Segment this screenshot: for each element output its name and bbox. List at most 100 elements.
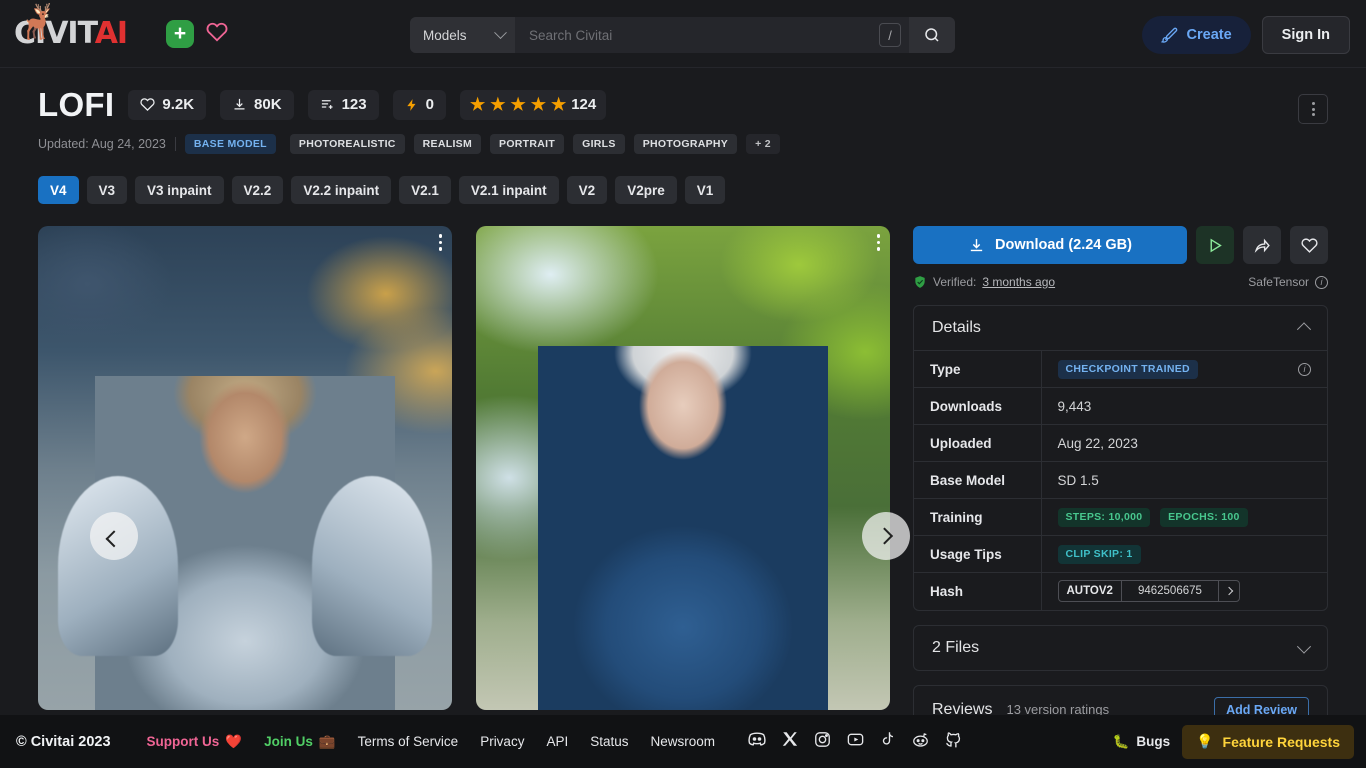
discord-icon[interactable] — [747, 729, 767, 754]
search-input[interactable] — [529, 28, 909, 43]
table-row: Base Model SD 1.5 — [914, 462, 1327, 499]
info-icon[interactable]: i — [1315, 276, 1328, 289]
chevron-left-icon — [106, 530, 123, 547]
version-tab-v2-1[interactable]: V2.1 — [399, 176, 451, 204]
footer-link-status[interactable]: Status — [590, 734, 628, 749]
footer-socials — [747, 729, 963, 754]
verification-row: Verified: 3 months ago SafeTensor i — [913, 273, 1328, 291]
download-action-row: Download (2.24 GB) — [913, 226, 1328, 264]
gallery-image-2-menu-button[interactable] — [877, 234, 881, 251]
hash-value: 9462506675 — [1122, 581, 1219, 601]
reddit-icon[interactable] — [911, 730, 930, 754]
safetensor-label: SafeTensor — [1248, 275, 1309, 289]
bugs-link[interactable]: 🐛Bugs — [1113, 734, 1171, 750]
tag-photography[interactable]: PHOTOGRAPHY — [634, 134, 737, 154]
detail-value-base-model: SD 1.5 — [1041, 462, 1327, 499]
footer-link-support-us[interactable]: Support Us❤️ — [147, 734, 243, 750]
footer-link-newsroom[interactable]: Newsroom — [651, 734, 716, 749]
detail-value-training-steps: STEPS: 10,000 — [1058, 508, 1151, 527]
feature-requests-button[interactable]: 💡Feature Requests — [1182, 725, 1354, 759]
header-actions: Create Sign In — [1142, 16, 1350, 54]
gallery-image-1-photo — [38, 226, 452, 710]
x-twitter-icon[interactable] — [781, 730, 799, 753]
gallery-image-1[interactable] — [38, 226, 452, 710]
instagram-icon[interactable] — [813, 730, 832, 754]
carousel-prev-button[interactable] — [90, 512, 138, 560]
tag-base-model[interactable]: BASE MODEL — [185, 134, 276, 154]
gallery-image-1-menu-button[interactable] — [439, 234, 443, 251]
version-tab-v2-2-inpaint[interactable]: V2.2 inpaint — [291, 176, 391, 204]
kebab-menu-icon — [1312, 102, 1315, 105]
download-icon — [232, 97, 247, 112]
download-button[interactable]: Download (2.24 GB) — [913, 226, 1187, 264]
footer-link-api[interactable]: API — [546, 734, 568, 749]
details-title: Details — [932, 319, 981, 337]
table-row: Training STEPS: 10,000 EPOCHS: 100 — [914, 499, 1327, 536]
search-category-select[interactable]: Models — [410, 17, 515, 53]
type-info-icon[interactable]: i — [1298, 363, 1311, 376]
carousel-next-button[interactable] — [862, 512, 910, 560]
version-tab-v2-2[interactable]: V2.2 — [232, 176, 284, 204]
detail-value-uploaded: Aug 22, 2023 — [1041, 425, 1327, 462]
version-tab-v2pre[interactable]: V2pre — [615, 176, 677, 204]
footer-link-terms-of-service[interactable]: Terms of Service — [358, 734, 459, 749]
stat-likes[interactable]: 9.2K — [128, 90, 206, 120]
search-input-wrapper[interactable]: / — [515, 17, 909, 53]
model-options-menu-button[interactable] — [1298, 94, 1328, 124]
detail-value-type: CHECKPOINT TRAINED — [1058, 360, 1198, 379]
top-header: 🦌 CIVITAI + Models / Create Sign In — [0, 0, 1366, 68]
stat-rating[interactable]: ★ ★ ★ ★ ★ 124 — [460, 90, 606, 120]
details-card-header[interactable]: Details — [914, 306, 1327, 350]
share-button[interactable] — [1243, 226, 1281, 264]
tag-photorealistic[interactable]: PHOTOREALISTIC — [290, 134, 405, 154]
download-button-label: Download (2.24 GB) — [995, 237, 1132, 253]
tag-girls[interactable]: GIRLS — [573, 134, 625, 154]
tiktok-icon[interactable] — [879, 730, 897, 753]
chevron-down-icon — [494, 26, 507, 39]
stat-comments[interactable]: 123 — [308, 90, 379, 120]
version-tab-v3[interactable]: V3 — [87, 176, 128, 204]
version-tab-v3-inpaint[interactable]: V3 inpaint — [135, 176, 224, 204]
search-bar[interactable]: Models / — [410, 17, 955, 53]
civitai-logo[interactable]: 🦌 CIVITAI — [14, 17, 154, 51]
stat-energy[interactable]: 0 — [393, 90, 446, 120]
version-tab-v2-1-inpaint[interactable]: V2.1 inpaint — [459, 176, 559, 204]
gallery-image-2[interactable] — [476, 226, 890, 710]
chevron-right-icon — [876, 528, 893, 545]
version-tab-v4[interactable]: V4 — [38, 176, 79, 204]
download-icon — [968, 237, 985, 254]
stat-comments-value: 123 — [342, 96, 367, 113]
sign-in-button[interactable]: Sign In — [1262, 16, 1350, 54]
tag-more-button[interactable]: + 2 — [746, 134, 780, 154]
table-row: Type CHECKPOINT TRAINED i — [914, 351, 1327, 388]
version-tab-v2[interactable]: V2 — [567, 176, 608, 204]
favorite-button[interactable] — [1290, 226, 1328, 264]
youtube-icon[interactable] — [846, 730, 865, 754]
github-icon[interactable] — [944, 730, 963, 754]
version-tab-v1[interactable]: V1 — [685, 176, 726, 204]
tag-realism[interactable]: REALISM — [414, 134, 481, 154]
logo-text-part3: AI — [95, 16, 127, 51]
hash-expand-button[interactable] — [1219, 581, 1239, 601]
verified-time-link[interactable]: 3 months ago — [982, 275, 1055, 289]
search-submit-button[interactable] — [909, 17, 955, 53]
footer-right-actions: 🐛Bugs 💡Feature Requests — [1113, 725, 1354, 759]
create-button[interactable]: Create — [1142, 16, 1251, 54]
stat-rating-count: 124 — [571, 96, 596, 113]
heart-outline-icon — [1301, 237, 1318, 254]
lightbulb-icon: 💡 — [1196, 733, 1213, 750]
stat-downloads[interactable]: 80K — [220, 90, 294, 120]
footer-link-privacy[interactable]: Privacy — [480, 734, 524, 749]
favorites-heart-button[interactable] — [206, 21, 228, 47]
verified-label: Verified: — [933, 275, 976, 289]
run-model-button[interactable] — [1196, 226, 1234, 264]
shield-check-icon — [913, 275, 927, 289]
detail-key-downloads: Downloads — [914, 388, 1041, 425]
hash-group[interactable]: AUTOV2 9462506675 — [1058, 580, 1240, 602]
share-arrow-icon — [1254, 237, 1271, 254]
files-card-header[interactable]: 2 Files — [914, 626, 1327, 670]
tag-portrait[interactable]: PORTRAIT — [490, 134, 564, 154]
detail-key-usage-tips: Usage Tips — [914, 536, 1041, 573]
create-plus-button[interactable]: + — [166, 20, 194, 48]
footer-link-join-us[interactable]: Join Us💼 — [264, 734, 336, 750]
